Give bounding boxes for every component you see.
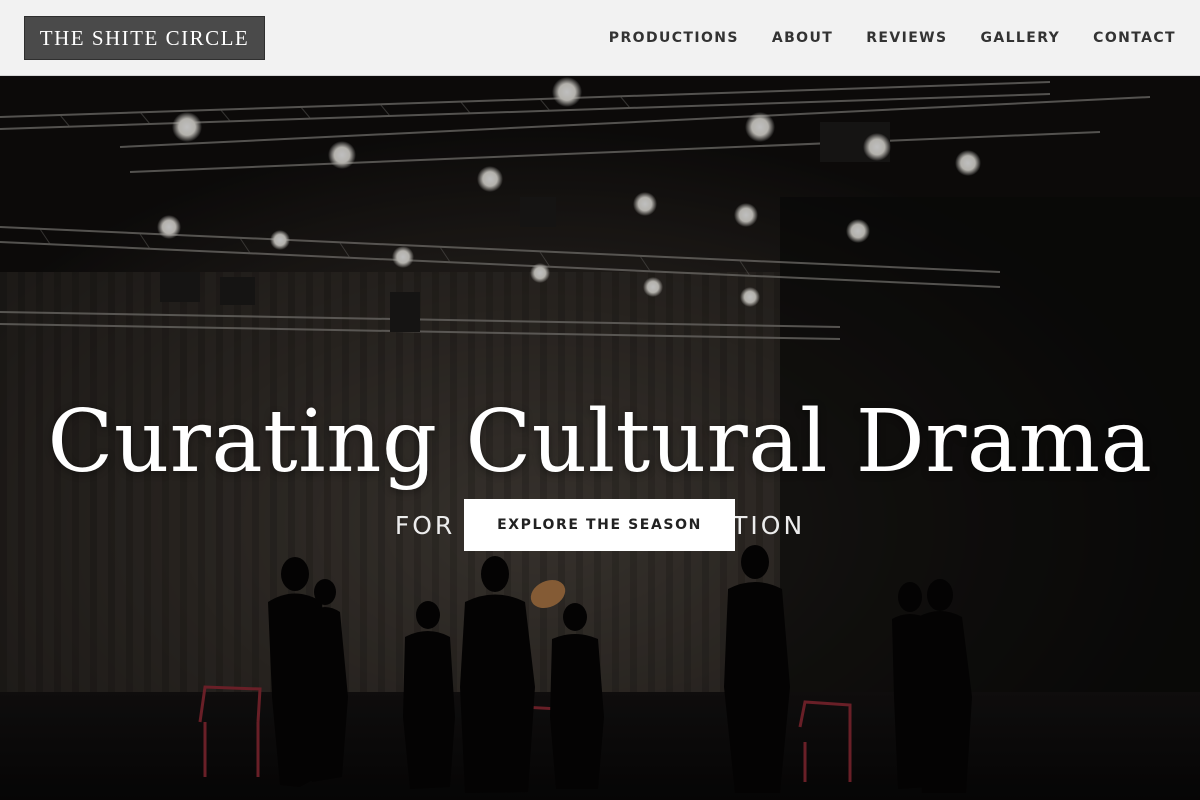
- site-logo[interactable]: THE SHITE CIRCLE: [24, 16, 265, 60]
- site-header: THE SHITE CIRCLE PRODUCTIONS ABOUT REVIE…: [0, 0, 1200, 76]
- main-nav: PRODUCTIONS ABOUT REVIEWS GALLERY CONTAC…: [609, 0, 1176, 76]
- nav-item-contact[interactable]: CONTACT: [1093, 30, 1176, 46]
- nav-item-reviews[interactable]: REVIEWS: [866, 30, 947, 46]
- nav-item-about[interactable]: ABOUT: [772, 30, 833, 46]
- hero-title: Curating Cultural Drama: [47, 392, 1153, 492]
- hero-section: Curating Cultural Drama FOR GLOBAL RECOG…: [0, 77, 1200, 800]
- explore-season-button[interactable]: EXPLORE THE SEASON: [464, 499, 735, 551]
- nav-item-productions[interactable]: PRODUCTIONS: [609, 30, 739, 46]
- nav-item-gallery[interactable]: GALLERY: [980, 30, 1060, 46]
